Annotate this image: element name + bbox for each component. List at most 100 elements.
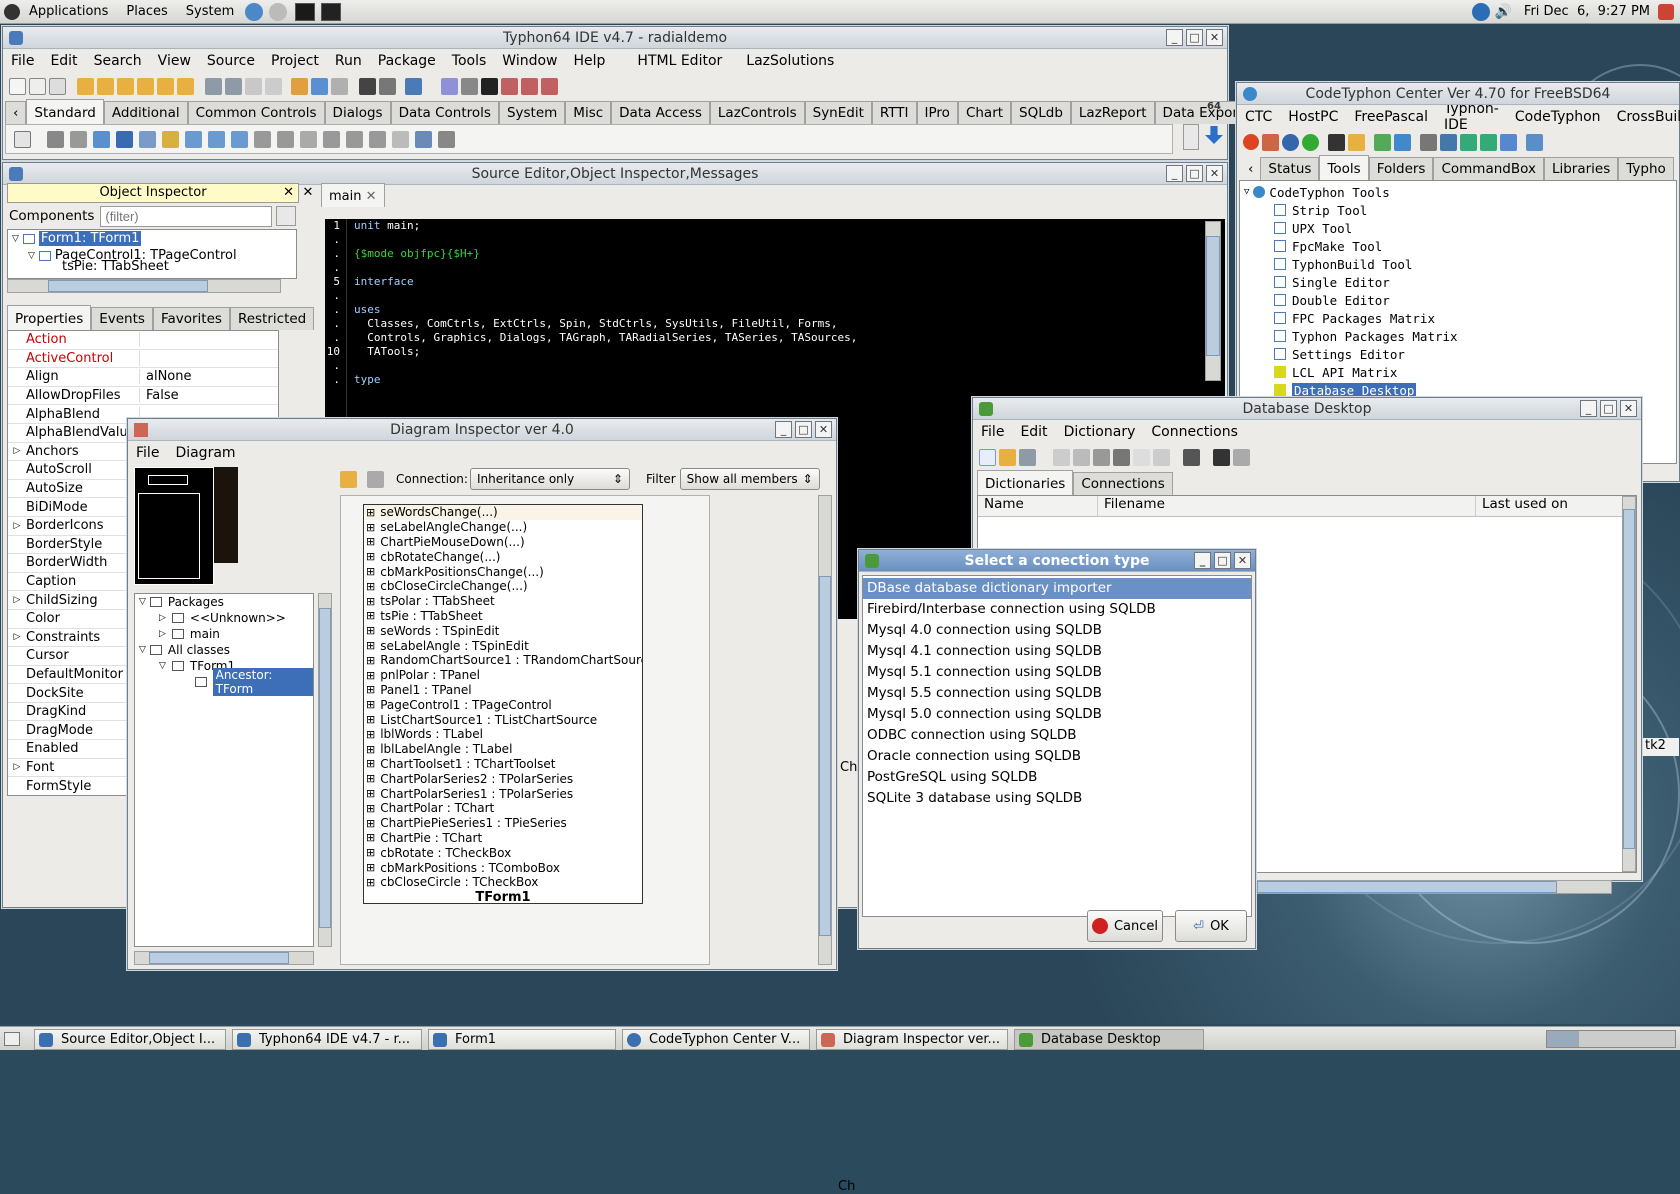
expand-icon[interactable]: ▷ (8, 595, 26, 605)
memo-component-icon[interactable] (162, 130, 179, 148)
stop-red-icon[interactable] (1243, 134, 1259, 150)
column-name[interactable]: Name (978, 496, 1098, 516)
settings-icon[interactable] (1526, 133, 1543, 151)
ide-titlebar[interactable]: Typhon64 IDE v4.7 - radialdemo _ □ ✕ (3, 27, 1227, 49)
class-member[interactable]: ⊞ ChartPolar : TChart (364, 801, 642, 816)
class-member[interactable]: ⊞ cbRotate : TCheckBox (364, 845, 642, 860)
console-icon[interactable] (1328, 133, 1345, 151)
tree-node[interactable]: ▽ Packages (135, 594, 313, 610)
menu-tools[interactable]: Tools (444, 53, 495, 69)
tab-standard[interactable]: Standard (26, 99, 104, 124)
property-row[interactable]: ActiveControl (8, 350, 278, 369)
exit-icon[interactable] (1374, 133, 1391, 151)
center-menu-crossbuild[interactable]: CrossBuild (1609, 109, 1680, 125)
menu-html-editor[interactable]: HTML Editor (613, 53, 730, 69)
components-filter-input[interactable] (100, 205, 273, 227)
class-member[interactable]: ⊞ cbMarkPositionsChange(...) (364, 564, 642, 579)
diagram-titlebar[interactable]: Diagram Inspector ver 4.0 _ □ ✕ (128, 419, 836, 441)
number-format-icon[interactable] (1133, 448, 1150, 466)
gnome-foot-icon[interactable] (4, 3, 20, 20)
toggle-form-icon[interactable] (265, 77, 282, 95)
minimize-icon[interactable]: _ (1166, 165, 1183, 182)
open-icon[interactable] (77, 77, 94, 95)
pointer-tool-icon[interactable] (14, 130, 31, 148)
close-tab-icon[interactable]: ✕ (366, 189, 377, 204)
filter-icon[interactable] (276, 206, 297, 226)
class-member[interactable]: ⊞ ChartToolset1 : TChartToolset (364, 757, 642, 772)
close-icon[interactable]: ✕ (283, 184, 294, 202)
maximize-icon[interactable]: □ (1186, 165, 1203, 182)
tool-item[interactable]: FpcMake Tool (1240, 237, 1676, 255)
radiogroup-component-icon[interactable] (346, 130, 363, 148)
tree-node-form1[interactable]: Form1: TForm1 (38, 231, 142, 246)
monitor-icon[interactable] (295, 2, 316, 21)
editor-vscroll[interactable] (1205, 221, 1221, 381)
class-member[interactable]: ⊞ seWords : TSpinEdit (364, 623, 642, 638)
property-row[interactable]: Action (8, 331, 278, 350)
dbdesk-menu-file[interactable]: File (973, 424, 1012, 440)
tab-misc[interactable]: Misc (565, 101, 612, 124)
tab-system[interactable]: System (498, 101, 566, 124)
code-line[interactable] (354, 359, 857, 373)
tab-ipro[interactable]: IPro (916, 101, 958, 124)
tab-data-access[interactable]: Data Access (611, 101, 710, 124)
popupmenu-component-icon[interactable] (70, 130, 87, 148)
diagram-overview[interactable] (134, 467, 328, 585)
tab-folders[interactable]: Folders (1368, 157, 1434, 180)
tab-tools[interactable]: Tools (1319, 155, 1369, 180)
connection-option[interactable]: Mysql 4.1 connection using SQLDB (863, 641, 1251, 662)
class-member[interactable]: ⊞ ListChartSource1 : TListChartSource (364, 712, 642, 727)
class-member[interactable]: ⊞ seLabelAngleChange(...) (364, 520, 642, 535)
class-member[interactable]: ⊞ ChartPolarSeries2 : TPolarSeries (364, 771, 642, 786)
build-icon[interactable] (331, 77, 348, 95)
maximize-icon[interactable]: □ (1186, 29, 1203, 46)
edit-component-icon[interactable] (139, 130, 156, 148)
class-box-tform1[interactable]: ⊞ seWordsChange(...) ⊞ seLabelAngleChange(.… (363, 504, 643, 905)
tab-sqldb[interactable]: SQLdb (1011, 101, 1071, 124)
database-icon[interactable] (1183, 448, 1200, 466)
mainmenu-component-icon[interactable] (47, 130, 64, 148)
class-member[interactable]: ⊞ cbCloseCircleChange(...) (364, 579, 642, 594)
property-value[interactable]: alNone (140, 369, 192, 384)
close-file-icon[interactable] (245, 77, 262, 95)
scrollbar-component-icon[interactable] (300, 130, 317, 148)
tree-node-tspie[interactable]: tsPie: TTabSheet (62, 259, 169, 274)
maximize-icon[interactable]: □ (1600, 400, 1617, 417)
close-icon[interactable]: ✕ (1234, 552, 1251, 569)
code-line[interactable]: unit main; (354, 219, 857, 233)
dialog-titlebar[interactable]: Select a conection type _ □ ✕ (859, 550, 1255, 572)
class-member[interactable]: ⊞ seLabelAngle : TSpinEdit (364, 638, 642, 653)
open-folder-icon[interactable] (157, 77, 174, 95)
column-last-used[interactable]: Last used on (1476, 496, 1568, 516)
connection-option[interactable]: ODBC connection using SQLDB (863, 725, 1251, 746)
tab-lazcontrols[interactable]: LazControls (709, 101, 805, 124)
new-file-icon[interactable] (9, 77, 26, 95)
column-filename[interactable]: Filename (1098, 496, 1476, 516)
center-hscroll[interactable] (1256, 880, 1612, 894)
workspace-switcher[interactable] (1546, 1030, 1676, 1048)
minimize-icon[interactable]: _ (1166, 29, 1183, 46)
connection-option[interactable]: Oracle connection using SQLDB (863, 746, 1251, 767)
close-icon[interactable]: ✕ (1206, 29, 1223, 46)
togglebox-component-icon[interactable] (185, 130, 202, 148)
tab-common-controls[interactable]: Common Controls (187, 101, 325, 124)
open-package-icon[interactable] (117, 77, 134, 95)
save-icon[interactable] (205, 77, 222, 95)
menu-search[interactable]: Search (86, 53, 150, 69)
tab-typho[interactable]: Typho (1618, 157, 1674, 180)
property-row[interactable]: Align alNone (8, 368, 278, 387)
menu-view[interactable]: View (150, 53, 199, 69)
code-line[interactable]: Classes, ComCtrls, ExtCtrls, Spin, StdCt… (354, 317, 857, 331)
tool-item[interactable]: LCL API Matrix (1240, 363, 1676, 381)
tree-root[interactable]: ▽ CodeTyphon Tools (1240, 183, 1676, 201)
menu-file[interactable]: File (3, 53, 42, 69)
center-tabs-left-icon[interactable]: ‹ (1241, 158, 1260, 180)
tab-additional[interactable]: Additional (103, 101, 188, 124)
checkbox-component-icon[interactable] (208, 130, 225, 148)
tools-icon[interactable] (1420, 133, 1437, 151)
close-icon[interactable]: ✕ (1206, 165, 1223, 182)
network-icon[interactable] (1472, 2, 1491, 21)
build-green-icon[interactable] (1460, 133, 1477, 151)
diagram-menu-file[interactable]: File (128, 445, 167, 461)
actionlist-component-icon[interactable] (438, 130, 455, 148)
